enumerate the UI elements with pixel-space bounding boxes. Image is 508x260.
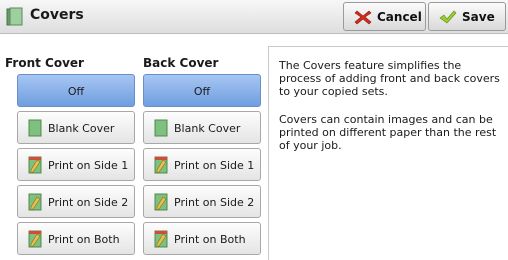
- option-label: Off: [67, 85, 85, 98]
- back-cover-heading: Back Cover: [143, 56, 219, 70]
- cancel-button[interactable]: Cancel: [343, 2, 426, 31]
- print-side2-icon: [154, 193, 168, 211]
- front-print-both-button[interactable]: Print on Both: [17, 222, 135, 255]
- front-cover-heading: Front Cover: [5, 56, 84, 70]
- front-off-button[interactable]: Off: [17, 74, 135, 107]
- cancel-x-icon: [354, 10, 372, 24]
- option-label: Off: [193, 85, 211, 98]
- print-side1-icon: [154, 156, 168, 174]
- description-paragraph-2: Covers can contain images and can be pri…: [279, 113, 497, 152]
- option-label: Blank Cover: [48, 122, 115, 135]
- save-label: Save: [462, 9, 495, 24]
- option-label: Blank Cover: [174, 122, 241, 135]
- back-off-button[interactable]: Off: [143, 74, 261, 107]
- back-cover-options: Off Blank Cover Print on Side 1 Print on…: [143, 74, 261, 259]
- front-print-side2-button[interactable]: Print on Side 2: [17, 185, 135, 218]
- print-both-icon: [154, 230, 168, 248]
- option-label: Print on Side 1: [174, 159, 255, 172]
- description-paragraph-1: The Covers feature simplifies the proces…: [279, 59, 500, 98]
- description-panel: The Covers feature simplifies the proces…: [268, 46, 508, 260]
- option-label: Print on Side 2: [48, 196, 129, 209]
- back-print-side1-button[interactable]: Print on Side 1: [143, 148, 261, 181]
- blank-cover-icon: [154, 119, 168, 137]
- page-title: Covers: [30, 7, 84, 23]
- back-blank-cover-button[interactable]: Blank Cover: [143, 111, 261, 144]
- option-label: Print on Both: [174, 233, 246, 246]
- option-label: Print on Both: [48, 233, 120, 246]
- back-print-side2-button[interactable]: Print on Side 2: [143, 185, 261, 218]
- save-button[interactable]: Save: [428, 2, 506, 31]
- print-side2-icon: [28, 193, 42, 211]
- covers-icon: [6, 7, 23, 26]
- cancel-label: Cancel: [377, 9, 422, 24]
- title-bar: Covers Cancel Save: [0, 0, 508, 34]
- option-label: Print on Side 2: [174, 196, 255, 209]
- front-blank-cover-button[interactable]: Blank Cover: [17, 111, 135, 144]
- front-cover-options: Off Blank Cover Print on Side 1 Print on…: [17, 74, 135, 259]
- back-print-both-button[interactable]: Print on Both: [143, 222, 261, 255]
- blank-cover-icon: [28, 119, 42, 137]
- option-label: Print on Side 1: [48, 159, 129, 172]
- print-both-icon: [28, 230, 42, 248]
- print-side1-icon: [28, 156, 42, 174]
- save-checkmark-icon: [439, 10, 457, 23]
- front-print-side1-button[interactable]: Print on Side 1: [17, 148, 135, 181]
